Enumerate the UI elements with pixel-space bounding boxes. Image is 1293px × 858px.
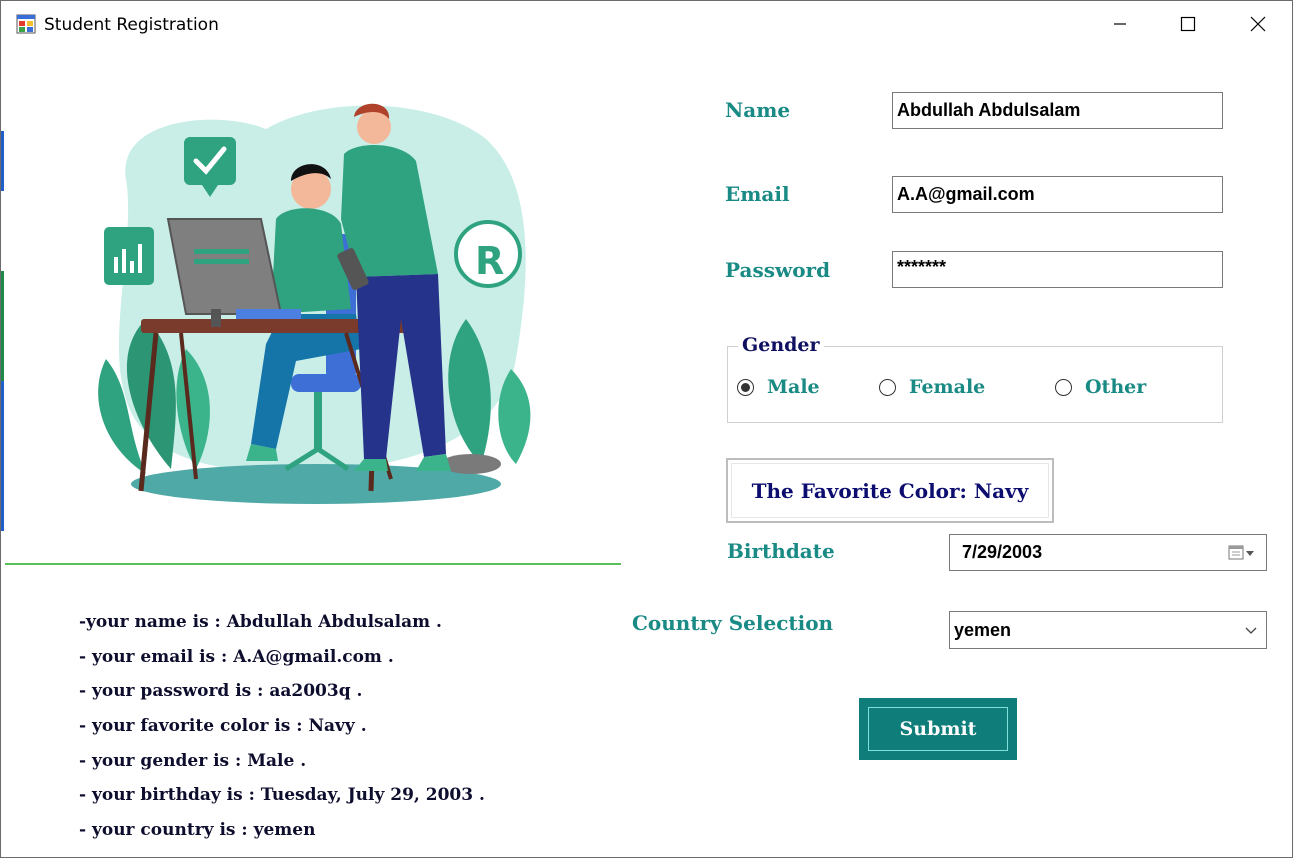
- submit-button[interactable]: Submit: [859, 698, 1017, 760]
- maximize-icon: [1180, 16, 1196, 32]
- minimize-icon: [1114, 23, 1126, 25]
- registration-illustration: R: [98, 103, 531, 504]
- summary-color-line: - your favorite color is : Navy .: [79, 716, 367, 737]
- birthdate-label: Birthdate: [727, 539, 835, 563]
- summary-birthday-line: - your birthday is : Tuesday, July 29, 2…: [79, 785, 485, 806]
- birthdate-value: 7/29/2003: [962, 542, 1043, 562]
- password-label: Password: [725, 258, 831, 282]
- email-input[interactable]: A.A@gmail.com: [892, 176, 1223, 213]
- country-label: Country Selection: [632, 611, 834, 635]
- summary-email-line: - your email is : A.A@gmail.com .: [79, 646, 394, 667]
- submit-button-focus: Submit: [868, 707, 1008, 751]
- gender-female-radio[interactable]: [879, 379, 896, 396]
- summary-gender-line: - your gender is : Male .: [79, 750, 307, 771]
- favorite-color-button[interactable]: The Favorite Color: Navy: [726, 458, 1054, 523]
- maximize-button[interactable]: [1153, 1, 1223, 47]
- favorite-color-label: The Favorite Color: Navy: [751, 478, 1029, 503]
- left-edge-strip: [1, 131, 4, 191]
- summary-name-line: -your name is : Abdullah Abdulsalam .: [79, 612, 442, 632]
- summary-output: -your name is : Abdullah Abdulsalam . - …: [79, 608, 485, 851]
- title-bar[interactable]: Student Registration: [1, 1, 1292, 47]
- birthdate-picker[interactable]: 7/29/2003: [949, 534, 1267, 571]
- window-title: Student Registration: [44, 15, 219, 35]
- email-value: A.A@gmail.com: [897, 184, 1035, 204]
- chevron-down-icon[interactable]: [1244, 626, 1258, 636]
- country-select[interactable]: yemen: [949, 611, 1267, 649]
- left-edge-strip: [1, 271, 4, 391]
- name-input[interactable]: Abdullah Abdulsalam: [892, 92, 1223, 129]
- calendar-icon[interactable]: [1228, 545, 1256, 561]
- submit-label: Submit: [899, 718, 977, 740]
- name-value: Abdullah Abdulsalam: [897, 100, 1081, 120]
- gender-other-label[interactable]: Other: [1085, 376, 1146, 398]
- gender-other-radio[interactable]: [1055, 379, 1072, 396]
- summary-password-line: - your password is : aa2003q .: [79, 681, 363, 702]
- summary-country-line: - your country is : yemen: [79, 820, 316, 841]
- password-input[interactable]: *******: [892, 251, 1223, 288]
- gender-title: Gender: [738, 334, 824, 356]
- app-icon: [16, 14, 36, 34]
- country-value: yemen: [954, 619, 1012, 640]
- left-edge-strip: [1, 381, 4, 531]
- close-button[interactable]: [1223, 1, 1292, 47]
- close-icon: [1250, 16, 1266, 32]
- gender-male-radio[interactable]: [737, 379, 754, 396]
- password-value: *******: [897, 257, 947, 277]
- registration-window: Student Registration R Name Abdullah Abd…: [0, 0, 1293, 858]
- svg-text:R: R: [475, 239, 504, 283]
- minimize-button[interactable]: [1085, 1, 1155, 47]
- gender-female-label[interactable]: Female: [909, 376, 985, 398]
- email-label: Email: [725, 182, 790, 206]
- name-label: Name: [725, 98, 791, 122]
- gender-male-label[interactable]: Male: [767, 376, 820, 398]
- section-divider: [5, 563, 621, 565]
